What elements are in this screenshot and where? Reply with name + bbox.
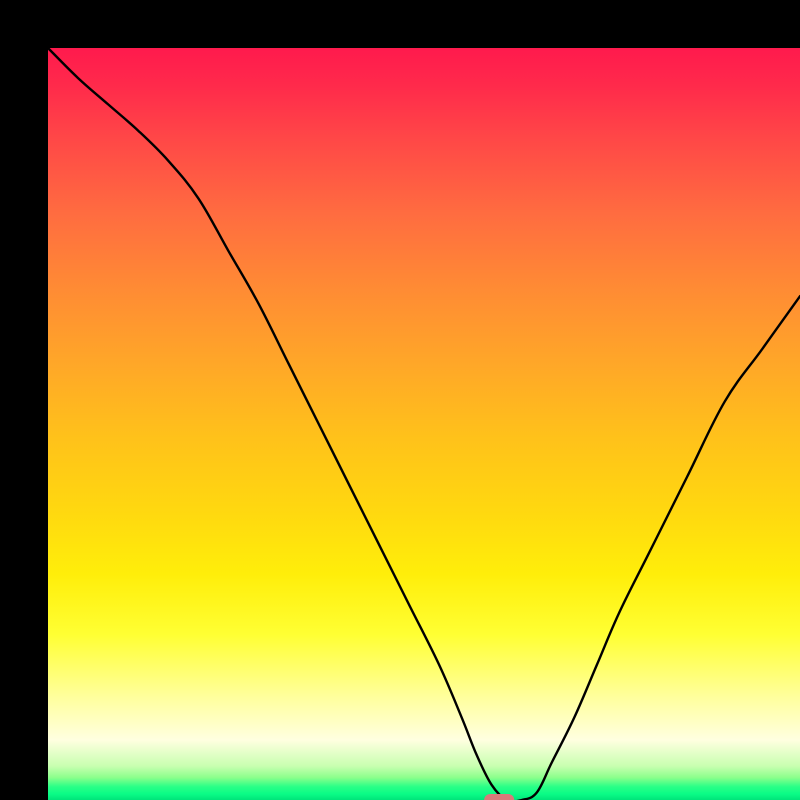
plot-area: [48, 48, 800, 800]
bottleneck-curve: [48, 48, 800, 800]
chart-frame: [0, 0, 800, 800]
optimum-marker: [484, 794, 514, 800]
curve-layer: [48, 48, 800, 800]
